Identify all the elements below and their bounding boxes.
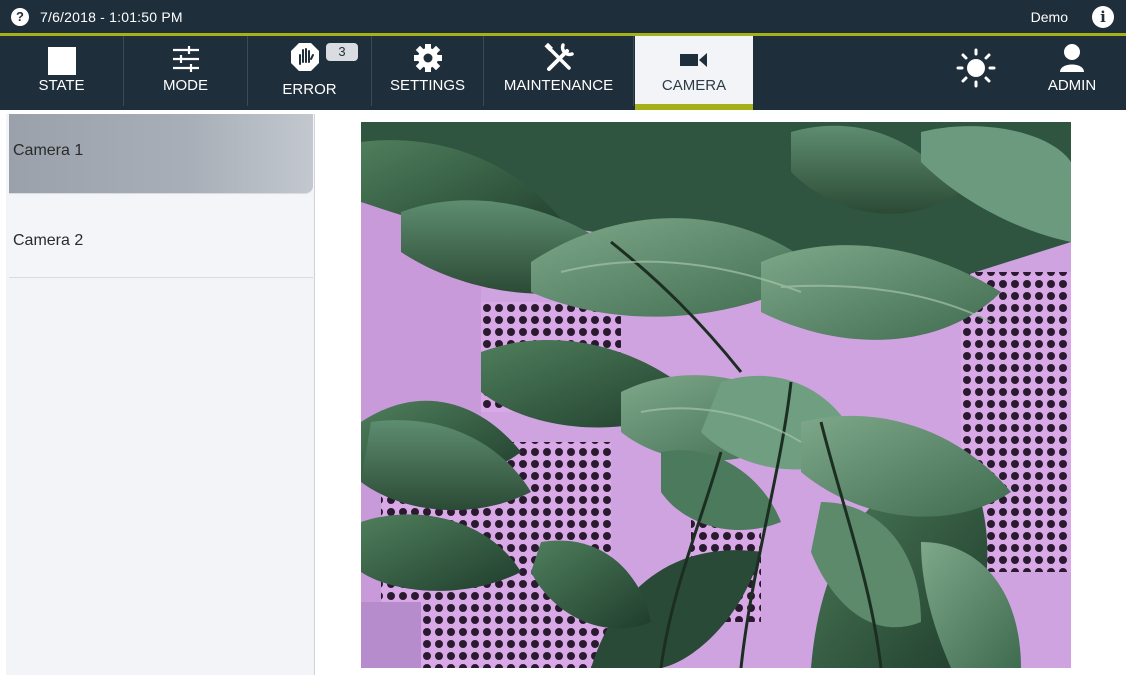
nav-maintenance-label: MAINTENANCE (503, 77, 614, 94)
square-icon (47, 46, 77, 80)
nav-camera-label: CAMERA (661, 77, 727, 94)
nav-admin[interactable]: ADMIN (1024, 36, 1120, 106)
nav-settings-label: SETTINGS (389, 77, 465, 94)
camera-list-item-1[interactable]: Camera 1 (9, 114, 313, 194)
nav-state[interactable]: STATE (0, 36, 124, 106)
nav-state-label: STATE (38, 77, 85, 94)
camera-list-item-2[interactable]: Camera 2 (9, 196, 313, 278)
user-icon (1058, 43, 1086, 77)
stop-hand-icon (290, 42, 320, 76)
nav-admin-label: ADMIN (1047, 77, 1097, 94)
nav-maintenance[interactable]: MAINTENANCE (484, 36, 634, 106)
sliders-icon (171, 45, 201, 77)
camera-item-label: Camera 1 (13, 142, 84, 159)
nav-settings[interactable]: SETTINGS (372, 36, 484, 106)
tools-icon (543, 42, 575, 78)
user-name: Demo (1030, 9, 1068, 25)
info-icon[interactable]: i (1092, 6, 1114, 28)
gear-icon (413, 43, 443, 77)
nav-mode-label: MODE (163, 77, 208, 94)
help-icon[interactable]: ? (11, 8, 29, 26)
camera-item-label: Camera 2 (13, 232, 84, 249)
datetime-display: 7/6/2018 - 1:01:50 PM (40, 9, 183, 25)
camera-feed (361, 122, 1071, 668)
nav-error[interactable]: 3 ERROR (248, 36, 372, 106)
status-bar: ? 7/6/2018 - 1:01:50 PM Demo i (0, 0, 1126, 36)
video-camera-icon (680, 52, 708, 72)
brightness-icon (956, 48, 996, 92)
camera-feed-image (361, 122, 1071, 668)
nav-mode[interactable]: MODE (124, 36, 248, 106)
camera-list: Camera 1 Camera 2 (6, 114, 315, 675)
nav-camera[interactable]: CAMERA (635, 36, 753, 110)
main-nav: STATE MODE 3 ERROR SETTINGS MAINTENANCE … (0, 36, 1126, 110)
nav-brightness[interactable] (940, 36, 1012, 106)
nav-error-label: ERROR (282, 81, 337, 98)
error-count-badge: 3 (326, 43, 358, 61)
